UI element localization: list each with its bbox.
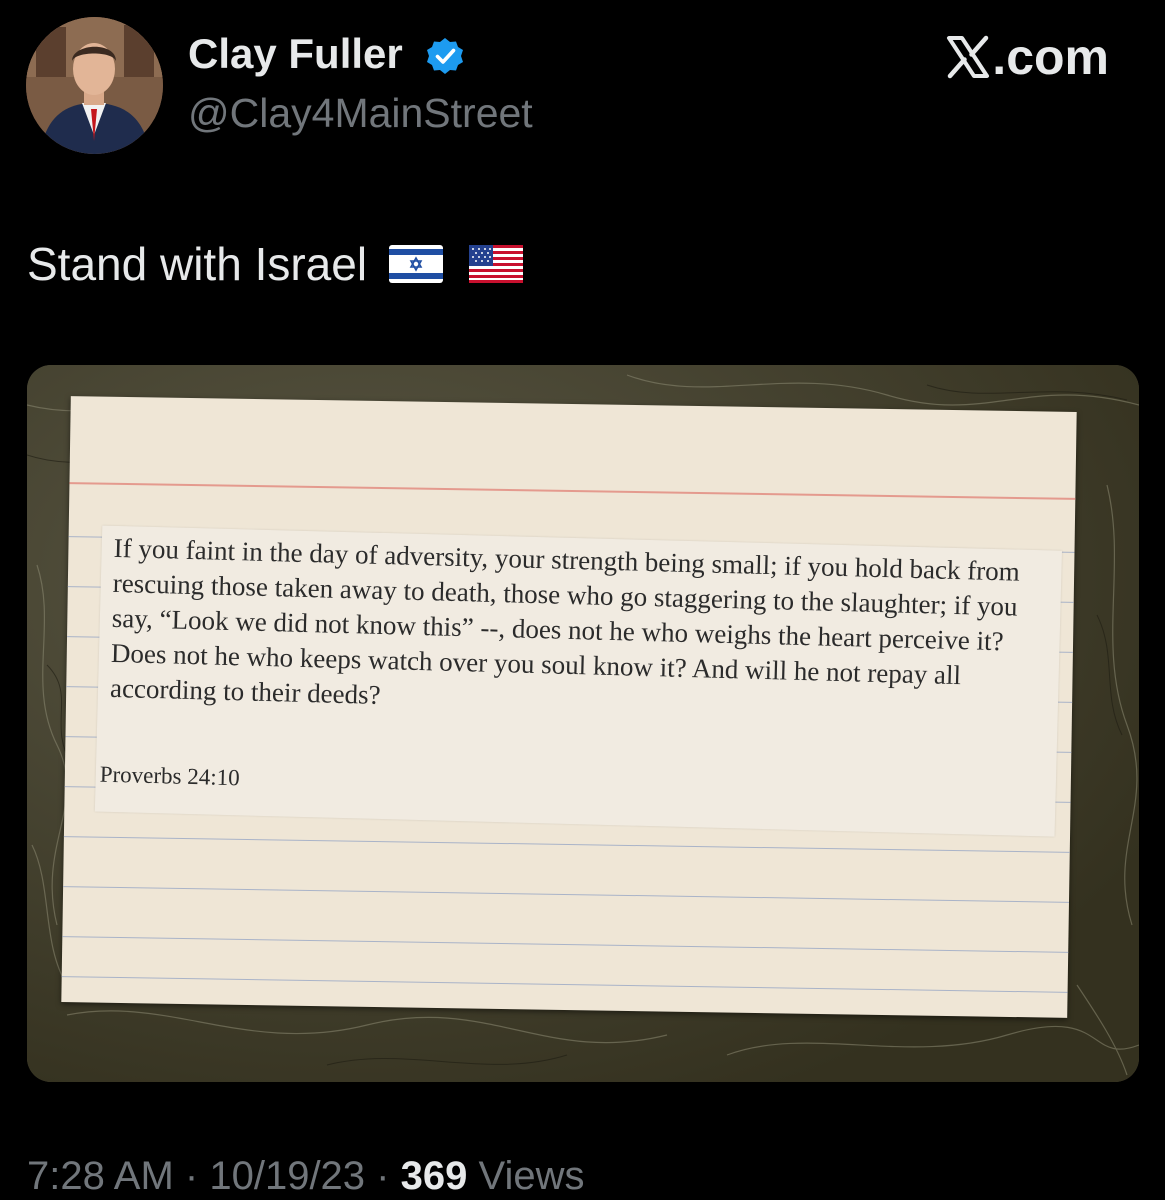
flag-israel-icon: [389, 245, 444, 283]
tweet-text: Stand with Israel: [27, 238, 524, 290]
index-card: If you faint in the day of adversity, yo…: [61, 396, 1077, 1018]
user-handle[interactable]: @Clay4MainStreet: [188, 93, 533, 134]
card-rule: [63, 886, 1070, 903]
site-label: .com: [992, 29, 1109, 85]
card-red-rule: [69, 482, 1076, 500]
site-watermark: .com: [946, 32, 1109, 82]
tweet-time[interactable]: 7:28 AM: [27, 1154, 174, 1198]
tweet-date[interactable]: 10/19/23: [209, 1154, 365, 1198]
flag-usa-icon: [469, 245, 524, 283]
card-rule: [61, 976, 1068, 993]
display-name[interactable]: Clay Fuller: [188, 33, 403, 75]
meta-separator: ·: [376, 1154, 390, 1198]
card-rule: [63, 836, 1070, 853]
avatar[interactable]: [26, 17, 163, 154]
card-rule: [62, 936, 1069, 953]
verified-badge-icon: [427, 38, 463, 74]
avatar-portrait: [26, 17, 163, 154]
meta-separator: ·: [184, 1154, 199, 1198]
views-count: 369: [400, 1154, 468, 1198]
tweet-body: Stand with Israel: [27, 238, 368, 290]
printed-verse-label: If you faint in the day of adversity, yo…: [94, 525, 1062, 837]
x-logo-icon: [947, 35, 990, 79]
tweet-photo[interactable]: If you faint in the day of adversity, yo…: [27, 365, 1139, 1082]
verse-reference: Proverbs 24:10: [99, 761, 241, 791]
views-label: Views: [478, 1154, 585, 1198]
verse-text: If you faint in the day of adversity, yo…: [109, 532, 1021, 710]
tweet-meta: 7:28 AM · 10/19/23 · 369 Views: [27, 1156, 584, 1196]
